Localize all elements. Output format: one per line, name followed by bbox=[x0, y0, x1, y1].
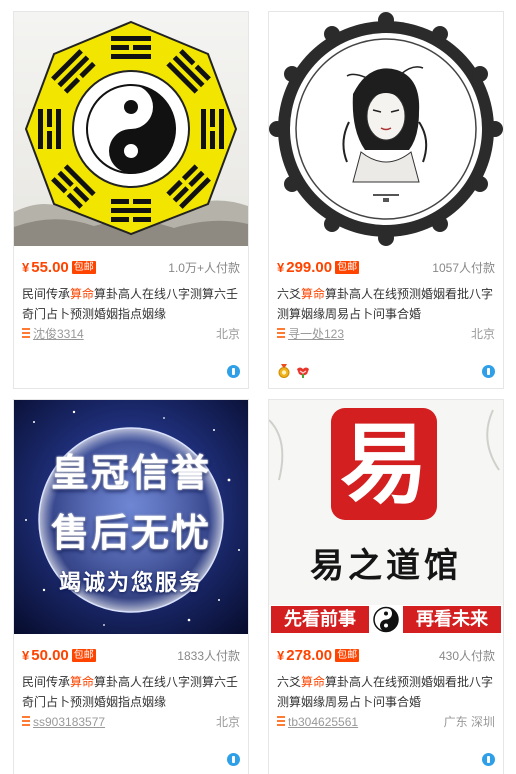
sales-count: 1833人付款 bbox=[177, 649, 240, 663]
product-title[interactable]: 民间传承算命算卦高人在线八字测算六壬奇门占卜预测婚姻指点姻缘 bbox=[22, 284, 240, 324]
price: ¥55.00 包邮 bbox=[22, 259, 96, 276]
image-banner-right: 再看未来 bbox=[416, 609, 488, 630]
location: 广东 深圳 bbox=[443, 715, 495, 729]
image-shop-name: 易之道馆 bbox=[310, 546, 462, 586]
image-caption-2: 售后无忧 bbox=[50, 511, 211, 555]
wangwang-chat-icon[interactable] bbox=[482, 365, 495, 378]
sales-count: 430人付款 bbox=[438, 649, 495, 663]
shop-icon bbox=[277, 328, 285, 339]
price: ¥50.00 包邮 bbox=[22, 647, 96, 664]
location: 北京 bbox=[215, 327, 240, 341]
product-title[interactable]: 六爻算命算卦高人在线预测婚姻看批八字测算姻缘周易占卜问事合婚 bbox=[277, 284, 495, 324]
product-card[interactable]: ¥55.00 包邮 1.0万+人付款 民间传承算命算卦高人在线八字测算六壬奇门占卜… bbox=[13, 11, 249, 389]
image-caption-3: 竭诚为您服务 bbox=[58, 571, 203, 596]
handshake-icon[interactable] bbox=[296, 364, 310, 378]
free-shipping-badge: 包邮 bbox=[71, 649, 96, 662]
price: ¥278.00 包邮 bbox=[277, 647, 360, 664]
image-caption-1: 皇冠信誉 bbox=[50, 451, 211, 495]
product-card[interactable]: 易 易之道馆 先看前事 再看未来 ¥278.00 包邮 430人付款 六爻算命算卦… bbox=[268, 399, 504, 774]
free-shipping-badge: 包邮 bbox=[335, 261, 360, 274]
free-shipping-badge: 包邮 bbox=[71, 261, 96, 274]
wangwang-chat-icon[interactable] bbox=[227, 753, 240, 766]
price: ¥299.00 包邮 bbox=[277, 259, 360, 276]
product-card[interactable]: ¥299.00 包邮 1057人付款 六爻算命算卦高人在线预测婚姻看批八字测算姻缘… bbox=[268, 11, 504, 389]
image-banner-left: 先看前事 bbox=[284, 609, 356, 630]
shop-link[interactable]: 沈俊3314 bbox=[33, 325, 84, 343]
shop-link[interactable]: tb304625561 bbox=[288, 713, 358, 731]
free-shipping-badge: 包邮 bbox=[335, 649, 360, 662]
wangwang-chat-icon[interactable] bbox=[482, 753, 495, 766]
shop-icon bbox=[22, 716, 30, 727]
product-card[interactable]: 皇冠信誉 售后无忧 竭诚为您服务 ¥50.00 包邮 1833人付款 民间传承算命… bbox=[13, 399, 249, 774]
product-image-portrait[interactable] bbox=[269, 12, 503, 246]
location: 北京 bbox=[215, 715, 240, 729]
product-title[interactable]: 六爻算命算卦高人在线预测婚姻看批八字测算姻缘周易占卜问事合婚 bbox=[277, 672, 495, 712]
location: 北京 bbox=[470, 327, 495, 341]
product-image-yi-dao-guan[interactable]: 易 易之道馆 先看前事 再看未来 bbox=[269, 400, 503, 634]
shop-icon bbox=[22, 328, 30, 339]
image-logo-character: 易 bbox=[339, 412, 428, 516]
sales-count: 1.0万+人付款 bbox=[168, 261, 240, 275]
wangwang-chat-icon[interactable] bbox=[227, 365, 240, 378]
shop-link[interactable]: 寻一处123 bbox=[288, 325, 344, 343]
shop-link[interactable]: ss903183577 bbox=[33, 713, 105, 731]
sales-count: 1057人付款 bbox=[432, 261, 495, 275]
shop-icon bbox=[277, 716, 285, 727]
gold-medal-icon[interactable] bbox=[277, 364, 291, 378]
product-title[interactable]: 民间传承算命算卦高人在线八字测算六壬奇门占卜预测婚姻指点姻缘 bbox=[22, 672, 240, 712]
product-image-bagua[interactable] bbox=[14, 12, 248, 246]
product-image-crown-credit[interactable]: 皇冠信誉 售后无忧 竭诚为您服务 bbox=[14, 400, 248, 634]
